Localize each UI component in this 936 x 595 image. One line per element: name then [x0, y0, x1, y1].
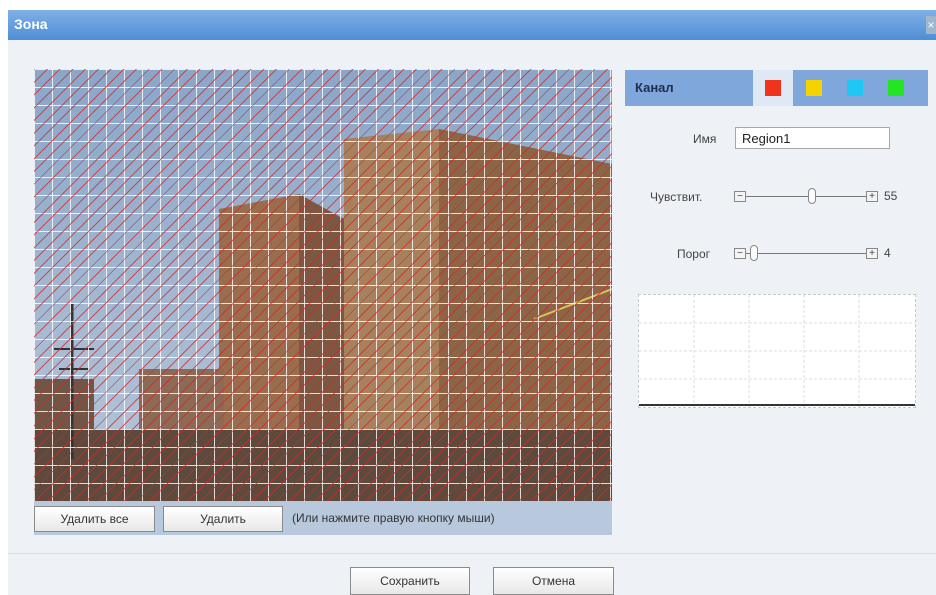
threshold-decrease-button[interactable]: −	[734, 248, 746, 259]
color-swatch-yellow[interactable]	[806, 80, 822, 96]
sensitivity-increase-button[interactable]: +	[866, 191, 878, 202]
name-label: Имя	[693, 132, 717, 146]
save-button[interactable]: Сохранить	[350, 567, 470, 595]
region-name-input[interactable]	[735, 127, 890, 149]
motion-level-graph	[638, 294, 916, 408]
sensitivity-decrease-button[interactable]: −	[734, 191, 746, 202]
zone-dialog: Зона × Удалить все Удалить (Или нажмите …	[8, 10, 936, 595]
dialog-titlebar[interactable]: Зона ×	[8, 10, 936, 40]
motion-graph-grid	[639, 295, 915, 407]
threshold-value: 4	[884, 246, 891, 260]
channel-bar: Канал	[625, 70, 928, 106]
threshold-slider: − + 4	[734, 245, 904, 261]
sensitivity-thumb[interactable]	[807, 188, 816, 204]
dialog-footer: Сохранить Отмена	[8, 553, 936, 595]
close-icon[interactable]: ×	[926, 16, 936, 34]
sensitivity-track[interactable]	[746, 196, 866, 197]
threshold-increase-button[interactable]: +	[866, 248, 878, 259]
motion-grid-overlay[interactable]	[34, 69, 612, 501]
cancel-button[interactable]: Отмена	[493, 567, 614, 595]
sensitivity-label: Чувствит.	[650, 190, 703, 204]
threshold-thumb[interactable]	[750, 245, 759, 261]
channel-label: Канал	[635, 80, 674, 95]
sensitivity-value: 55	[884, 189, 898, 203]
delete-button[interactable]: Удалить	[163, 506, 283, 532]
sensitivity-slider: − + 55	[734, 188, 904, 204]
color-swatch-blue[interactable]	[847, 80, 863, 96]
color-swatch-green[interactable]	[888, 80, 904, 96]
video-preview[interactable]	[34, 69, 612, 501]
right-click-hint: (Или нажмите правую кнопку мыши)	[292, 511, 495, 525]
color-swatch-red[interactable]	[765, 80, 781, 96]
delete-all-button[interactable]: Удалить все	[34, 506, 155, 532]
threshold-label: Порог	[677, 247, 711, 261]
threshold-track[interactable]	[746, 253, 866, 254]
dialog-title: Зона	[14, 16, 48, 32]
region-actions-bar: Удалить все Удалить (Или нажмите правую …	[34, 501, 612, 535]
